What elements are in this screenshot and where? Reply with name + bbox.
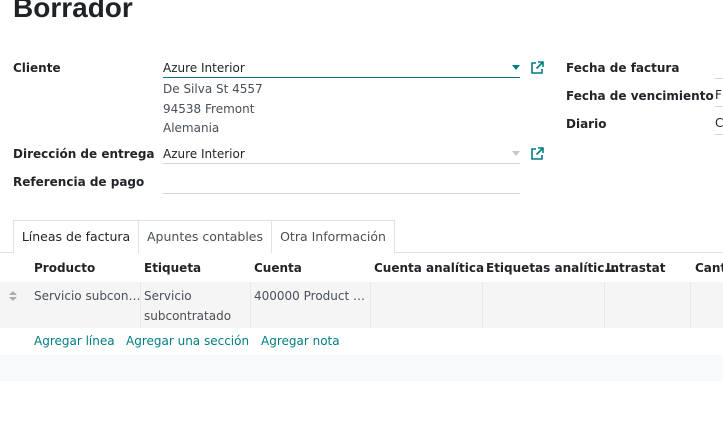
chevron-down-icon[interactable] (512, 151, 520, 156)
drag-handle-icon[interactable] (9, 291, 17, 303)
page-title: Borrador (13, 0, 133, 23)
journal-input[interactable]: C (715, 116, 723, 135)
add-note-link[interactable]: Agregar nota (261, 334, 340, 348)
invoice-date-label: Fecha de factura (566, 61, 680, 75)
tab-journal-items[interactable]: Apuntes contables (138, 220, 272, 253)
tab-invoice-lines[interactable]: Líneas de factura (13, 220, 139, 254)
payment-reference-input[interactable] (163, 176, 520, 194)
delivery-address-label: Dirección de entrega (13, 147, 155, 161)
column-header-quantity[interactable]: Cant (695, 261, 723, 275)
customer-value: Azure Interior (163, 61, 245, 75)
column-header-intrastat[interactable]: Intrastat (606, 261, 665, 275)
journal-label: Diario (566, 117, 607, 131)
column-divider (690, 282, 691, 328)
add-section-link[interactable]: Agregar una sección (126, 334, 249, 348)
external-link-icon[interactable] (530, 147, 544, 161)
cell-account[interactable]: 400000 Product … (254, 289, 365, 303)
cell-product[interactable]: Servicio subcon… (34, 289, 140, 303)
add-line-link[interactable]: Agregar línea (34, 334, 115, 348)
address-line-2: 94538 Fremont (163, 102, 255, 116)
delivery-address-field[interactable]: Azure Interior (163, 146, 520, 164)
delivery-address-value: Azure Interior (163, 147, 245, 161)
due-date-input[interactable]: F (715, 88, 723, 107)
invoice-date-input[interactable] (715, 60, 723, 79)
column-header-label[interactable]: Etiqueta (144, 261, 201, 275)
external-link-icon[interactable] (530, 61, 544, 75)
address-line-3: Alemania (163, 121, 220, 135)
chevron-down-icon[interactable] (512, 65, 520, 70)
cell-label-line-2[interactable]: subcontratado (144, 309, 231, 323)
tab-other-info[interactable]: Otra Información (271, 220, 395, 253)
column-divider (604, 282, 605, 328)
notebook-tabs: Líneas de factura Apuntes contables Otra… (0, 220, 723, 254)
cell-label-line-1[interactable]: Servicio (144, 289, 192, 303)
column-divider (370, 282, 371, 328)
column-header-product[interactable]: Producto (34, 261, 95, 275)
column-header-analytic-tags[interactable]: Etiquetas analític… (486, 261, 616, 275)
column-header-account[interactable]: Cuenta (254, 261, 302, 275)
customer-label: Cliente (13, 61, 61, 75)
column-divider (250, 282, 251, 328)
customer-field[interactable]: Azure Interior (163, 60, 520, 78)
payment-reference-label: Referencia de pago (13, 175, 145, 189)
due-date-label: Fecha de vencimiento (566, 89, 714, 103)
column-header-analytic-account[interactable]: Cuenta analítica (374, 261, 484, 275)
address-line-1: De Silva St 4557 (163, 82, 263, 96)
column-divider (482, 282, 483, 328)
table-footer (0, 355, 723, 381)
